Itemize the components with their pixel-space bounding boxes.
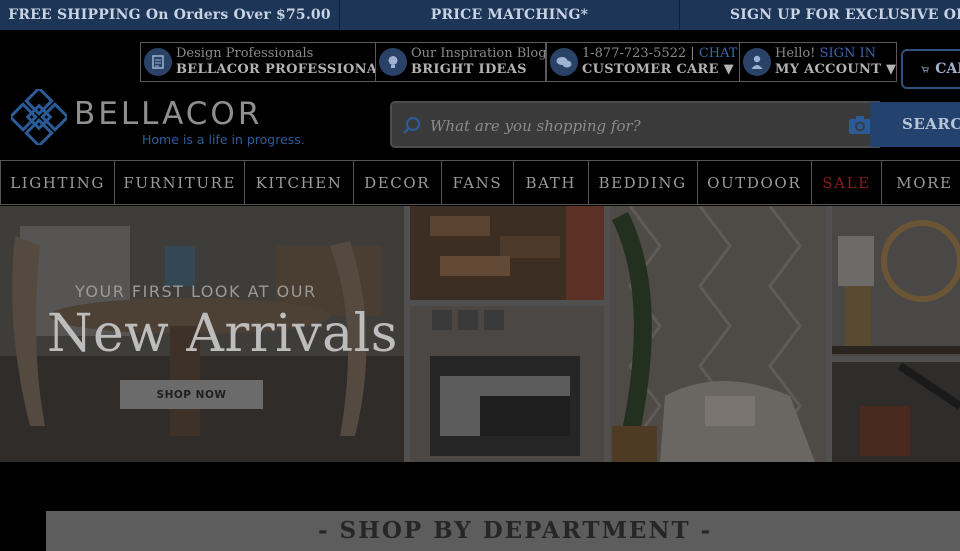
nav-lighting[interactable]: LIGHTING [0, 161, 116, 204]
phone-number[interactable]: 1-877-723-5522 | [582, 46, 695, 61]
pro-title: BELLACOR PROFESSIONAL [176, 62, 387, 77]
design-professionals-link[interactable]: Design Professionals BELLACOR PROFESSION… [140, 42, 386, 82]
pro-label: Design Professionals [176, 46, 314, 61]
nav-bath[interactable]: BATH [514, 161, 589, 204]
nav-sale[interactable]: SALE [812, 161, 883, 204]
cart-icon [921, 65, 929, 73]
hello-text: Hello! [775, 46, 816, 61]
search-bar [390, 101, 880, 148]
bellacor-logo[interactable]: BELLACOR Home is a life in progress. [9, 88, 329, 150]
inspiration-blog-link[interactable]: Our Inspiration Blog BRIGHT IDEAS [375, 42, 547, 82]
nav-fans[interactable]: FANS [442, 161, 515, 204]
customer-care-title: CUSTOMER CARE ▼ [582, 62, 734, 77]
promo-price-matching[interactable]: PRICE MATCHING* [340, 0, 680, 30]
search-icon [403, 116, 421, 134]
clipboard-icon [144, 48, 172, 76]
shop-now-button[interactable]: SHOP NOW [120, 380, 263, 409]
promo-sign-up[interactable]: SIGN UP FOR EXCLUSIVE OFFERS [680, 0, 960, 30]
cart-button[interactable]: CART [901, 49, 960, 89]
nav-decor[interactable]: DECOR [354, 161, 442, 204]
hero-eyebrow: YOUR FIRST LOOK AT OUR [75, 282, 317, 301]
chat-link[interactable]: CHAT [699, 46, 738, 61]
department-heading: - SHOP BY DEPARTMENT - [318, 517, 713, 544]
search-input[interactable] [428, 112, 832, 140]
lightbulb-icon [379, 48, 407, 76]
shop-by-department: - SHOP BY DEPARTMENT - [46, 511, 960, 551]
logo-tagline: Home is a life in progress. [142, 132, 305, 147]
customer-care-link[interactable]: 1-877-723-5522 | CHAT CUSTOMER CARE ▼ [546, 42, 740, 82]
logo-wordmark: BELLACOR [74, 96, 263, 132]
hero-title: New Arrivals [47, 304, 398, 364]
chat-bubbles-icon [550, 48, 578, 76]
blog-label: Our Inspiration Blog [411, 46, 547, 61]
nav-furniture[interactable]: FURNITURE [115, 161, 246, 204]
logo-mark-icon [11, 89, 67, 145]
nav-outdoor[interactable]: OUTDOOR [698, 161, 812, 204]
nav-kitchen[interactable]: KITCHEN [245, 161, 354, 204]
nav-more[interactable]: MORE [882, 161, 960, 204]
camera-icon[interactable] [848, 115, 872, 135]
cart-label: CART [935, 61, 960, 77]
user-icon [743, 48, 771, 76]
main-nav: LIGHTING FURNITURE KITCHEN DECOR FANS BA… [0, 160, 960, 205]
hero-banner[interactable]: YOUR FIRST LOOK AT OUR New Arrivals SHOP… [0, 206, 960, 462]
my-account-title: MY ACCOUNT ▼ [775, 62, 897, 77]
blog-title: BRIGHT IDEAS [411, 62, 527, 77]
nav-bedding[interactable]: BEDDING [589, 161, 698, 204]
sign-in-link[interactable]: SIGN IN [820, 46, 876, 61]
account-link[interactable]: Hello! SIGN IN MY ACCOUNT ▼ [739, 42, 897, 82]
search-button[interactable]: SEARCH [870, 102, 960, 147]
promo-free-shipping[interactable]: FREE SHIPPING On Orders Over $75.00 [0, 0, 340, 30]
promo-bar: FREE SHIPPING On Orders Over $75.00 PRIC… [0, 0, 960, 30]
